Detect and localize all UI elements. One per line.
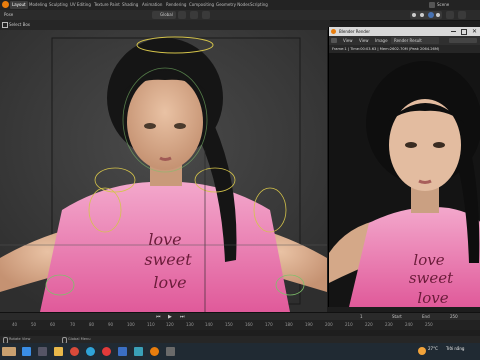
render-menu-image[interactable]: Image bbox=[375, 36, 388, 45]
windows-taskbar: 27°C Trời nắng bbox=[0, 343, 480, 360]
start-frame-label: Start bbox=[392, 314, 402, 319]
timeline-tick: 80 bbox=[89, 322, 95, 327]
timeline-tick: 190 bbox=[305, 322, 313, 327]
timeline-tick: 40 bbox=[12, 322, 18, 327]
render-menu-view-2[interactable]: View bbox=[359, 36, 369, 45]
weather-description[interactable]: Trời nắng bbox=[446, 346, 464, 351]
workspace-tab-shading[interactable]: Shading bbox=[120, 1, 140, 9]
timeline-tick: 250 bbox=[425, 322, 433, 327]
workspace-tab-compositing[interactable]: Compositing bbox=[187, 1, 216, 9]
timeline-tick: 110 bbox=[147, 322, 155, 327]
transform-orientation-label: Global bbox=[160, 12, 173, 17]
viewport-scene: love sweet love bbox=[0, 30, 327, 312]
svg-text:love: love bbox=[153, 273, 186, 292]
search-icon[interactable] bbox=[38, 347, 47, 356]
timeline-tick: 200 bbox=[325, 322, 333, 327]
weather-icon[interactable] bbox=[418, 347, 426, 355]
timeline-tick: 90 bbox=[108, 322, 114, 327]
transform-orientation-dropdown[interactable]: Global bbox=[152, 11, 176, 19]
svg-text:love: love bbox=[413, 251, 444, 269]
timeline-tick: 150 bbox=[225, 322, 233, 327]
photos-icon[interactable] bbox=[134, 347, 143, 356]
render-slot-label: Render Result bbox=[394, 38, 422, 43]
timeline-tick: 50 bbox=[31, 322, 37, 327]
edge-icon[interactable] bbox=[86, 347, 95, 356]
weather-temperature[interactable]: 27°C bbox=[428, 346, 438, 351]
snap-icon[interactable] bbox=[190, 11, 198, 19]
end-frame-label: End bbox=[422, 314, 430, 319]
workspace-tab-texture-paint[interactable]: Texture Paint bbox=[92, 1, 122, 9]
render-info-bar: Frame:1 | Time:00:03.63 | Mem:2602.70M (… bbox=[329, 45, 480, 53]
gizmo-icon[interactable] bbox=[458, 11, 466, 19]
close-icon[interactable]: ✕ bbox=[472, 27, 477, 36]
app-icon[interactable] bbox=[166, 347, 175, 356]
render-window-title: Blender Render bbox=[339, 29, 371, 34]
overlays-icon[interactable] bbox=[446, 11, 454, 19]
news-widget-icon[interactable] bbox=[2, 347, 16, 356]
render-window[interactable]: Blender Render ✕ View View Image Render … bbox=[328, 27, 480, 307]
blender-logo-icon bbox=[331, 29, 336, 34]
timeline-tick: 100 bbox=[127, 322, 135, 327]
file-explorer-icon[interactable] bbox=[54, 347, 63, 356]
timeline-ruler[interactable]: 40 50 60 70 80 90 100 110 120 130 140 15… bbox=[0, 320, 480, 330]
maximize-icon[interactable] bbox=[461, 29, 467, 35]
scene-selector-icon[interactable] bbox=[429, 2, 435, 8]
timeline-tick: 210 bbox=[345, 322, 353, 327]
blender-logo-icon[interactable] bbox=[2, 1, 9, 8]
scene-name[interactable]: Scene bbox=[437, 1, 449, 9]
workspace-tab-scripting[interactable]: Scripting bbox=[248, 1, 270, 9]
timeline-tick: 60 bbox=[50, 322, 56, 327]
minimize-icon[interactable] bbox=[451, 31, 456, 32]
current-frame-field[interactable]: 1 bbox=[360, 313, 363, 320]
svg-text:love: love bbox=[148, 230, 181, 249]
opera-icon[interactable] bbox=[102, 347, 111, 356]
blender-taskbar-icon[interactable] bbox=[150, 347, 159, 356]
editor-type-icon[interactable] bbox=[331, 38, 337, 43]
svg-text:sweet: sweet bbox=[409, 269, 454, 287]
timeline-tick: 240 bbox=[405, 322, 413, 327]
end-frame-field[interactable]: 250 bbox=[450, 313, 458, 320]
pivot-icon[interactable] bbox=[178, 11, 186, 19]
workspace-tab-layout[interactable]: Layout bbox=[10, 1, 28, 9]
workspace-tab-uv-editing[interactable]: UV Editing bbox=[68, 1, 93, 9]
svg-text:sweet: sweet bbox=[144, 250, 192, 269]
workspace-tab-geometry-nodes[interactable]: Geometry Nodes bbox=[214, 1, 252, 9]
chrome-icon[interactable] bbox=[70, 347, 79, 356]
timeline-tick: 130 bbox=[186, 322, 194, 327]
render-slot-dropdown[interactable]: Render Result bbox=[391, 37, 439, 44]
timeline-tick: 180 bbox=[285, 322, 293, 327]
3d-viewport[interactable]: love sweet love bbox=[0, 30, 327, 312]
timeline-tick: 120 bbox=[166, 322, 174, 327]
proportional-edit-icon[interactable] bbox=[202, 11, 210, 19]
workspace-tab-sculpting[interactable]: Sculpting bbox=[47, 1, 70, 9]
timeline-tick: 170 bbox=[265, 322, 273, 327]
status-middle-text: Global Menu bbox=[68, 337, 91, 341]
store-icon[interactable] bbox=[118, 347, 127, 356]
timeline-tick: 70 bbox=[70, 322, 76, 327]
render-window-menu: View View Image Render Result bbox=[329, 36, 480, 45]
timeline-tick: 160 bbox=[245, 322, 253, 327]
render-window-titlebar: Blender Render ✕ bbox=[329, 27, 480, 36]
workspace-tab-modeling[interactable]: Modeling bbox=[27, 1, 49, 9]
render-info-text: Frame:1 | Time:00:03.63 | Mem:2602.70M (… bbox=[332, 47, 440, 51]
render-image: love sweet love bbox=[329, 53, 480, 307]
viewport-shading-icons[interactable] bbox=[410, 11, 442, 19]
timeline-tick: 140 bbox=[205, 322, 213, 327]
workspace-tab-animation[interactable]: Animation bbox=[140, 1, 164, 9]
timeline-tick: 220 bbox=[365, 322, 373, 327]
workspace-tab-rendering[interactable]: Rendering bbox=[164, 1, 188, 9]
status-bar: Rotate View Global Menu bbox=[0, 336, 480, 344]
svg-text:love: love bbox=[417, 289, 448, 307]
select-box-icon[interactable] bbox=[2, 22, 8, 28]
tool-header: Select Box bbox=[0, 20, 330, 30]
render-menu-view[interactable]: View bbox=[343, 36, 353, 45]
select-box-label[interactable]: Select Box bbox=[9, 21, 30, 29]
render-tool-icons[interactable] bbox=[449, 38, 477, 43]
timeline-tick: 230 bbox=[385, 322, 393, 327]
mode-selector[interactable]: Pose bbox=[4, 11, 13, 19]
status-left-text: Rotate View bbox=[9, 337, 31, 341]
windows-start-icon[interactable] bbox=[22, 347, 31, 356]
